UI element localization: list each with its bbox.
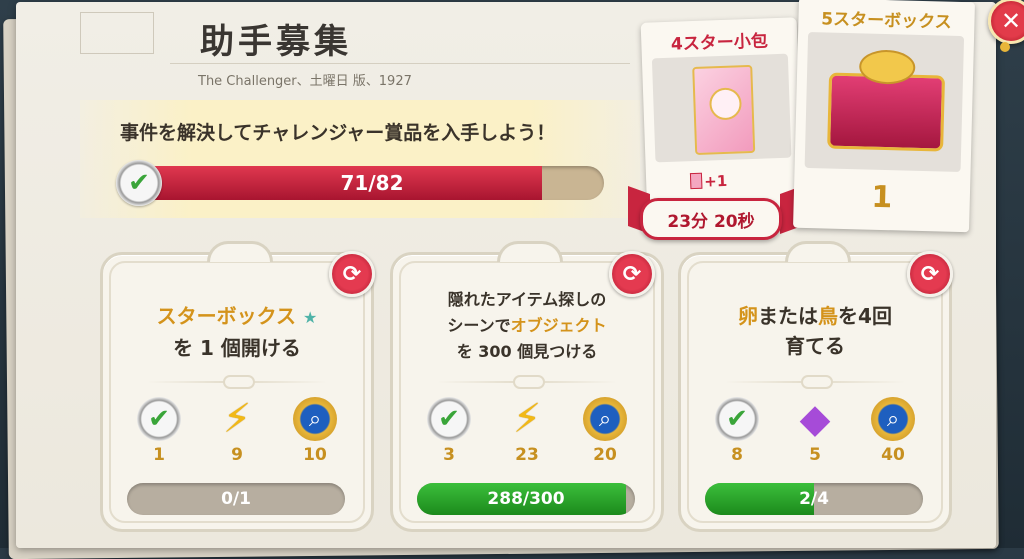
check-badge-icon: ✔ [116, 160, 162, 206]
check-badge-icon: ✔ [137, 397, 181, 441]
quest-progress-bar: 0/1 [127, 483, 345, 515]
reward-5star-title: 5スターボックス [821, 9, 952, 33]
star-box-icon: ★ [303, 308, 318, 327]
reward-item: ⌕ 40 [863, 397, 923, 465]
reward-4star-image [651, 53, 792, 163]
magnifier-medal-icon: ⌕ [293, 397, 337, 441]
reward-timer: 23分 20秒 [640, 198, 782, 240]
check-badge-icon: ✔ [427, 397, 471, 441]
quest-highlight: スターボックス [156, 304, 297, 328]
quest-line: 育てる [785, 334, 845, 358]
challenge-progress-label: 71/82 [340, 171, 404, 195]
quest-line: シーンで [447, 316, 511, 335]
reward-value: 9 [231, 445, 243, 465]
quest-card-3: ⟳ 卵または鳥を4回 育てる ✔ 8 ◆ 5 ⌕ 40 2/4 [678, 241, 953, 532]
divider-ornament [223, 375, 255, 389]
reward-5star-count: 1 [870, 179, 893, 216]
quest-progress-label: 288/300 [487, 489, 565, 509]
card-icon [689, 172, 703, 190]
quest-line: を 300 個見つける [456, 342, 598, 361]
quest-text: 隠れたアイテム探しの シーンでオブジェクト を 300 個見つける [413, 287, 641, 365]
refresh-button[interactable]: ⟳ [907, 251, 953, 297]
reward-value: 10 [303, 445, 327, 465]
quest-card-1: ⟳ スターボックス ★ を 1 個開ける ✔ 1 ⚡ 9 ⌕ 10 0/1 [100, 241, 375, 532]
quest-progress-label: 0/1 [221, 489, 251, 509]
reward-value: 3 [443, 445, 455, 465]
reward-item: ⚡ 23 [497, 396, 557, 465]
challenge-text: 事件を解決してチャレンジャー賞品を入手しよう！ [120, 122, 556, 144]
reward-item: ✔ 3 [419, 397, 479, 465]
reward-value: 5 [809, 445, 821, 465]
reward-value: 8 [731, 445, 743, 465]
quest-ornament [497, 241, 563, 262]
magnifier-medal-icon: ⌕ [583, 397, 627, 441]
quest-highlight: 卵 [738, 304, 759, 328]
reward-item: ⌕ 10 [285, 397, 345, 465]
close-ornament [1000, 42, 1010, 52]
emblem-icon [708, 87, 743, 121]
quest-progress-bar: 288/300 [417, 483, 635, 515]
quest-progress-label: 2/4 [799, 489, 829, 509]
title-rule [170, 63, 630, 64]
quest-line: を4回 [838, 304, 892, 328]
refresh-button[interactable]: ⟳ [329, 251, 375, 297]
divider-ornament [801, 375, 833, 389]
quest-highlight: 鳥 [818, 304, 839, 328]
quest-text: スターボックス ★ を 1 個開ける [123, 301, 351, 363]
refresh-icon: ⟳ [920, 261, 940, 287]
lightning-icon: ⚡ [222, 396, 252, 442]
quest-progress-bar: 2/4 [705, 483, 923, 515]
page-subtitle: The Challenger、土曜日 版、1927 [198, 74, 412, 89]
reward-item: ◆ 5 [785, 396, 845, 465]
reward-card-4star[interactable]: 4スター小包 +1 [640, 17, 804, 219]
quest-line: を 1 個開ける [173, 336, 301, 360]
reward-card-5star[interactable]: 5スターボックス 1 [793, 0, 975, 233]
challenge-progress-bar: 71/82 [140, 166, 604, 200]
card-pack-icon [692, 64, 756, 155]
quest-card-2: ⟳ 隠れたアイテム探しの シーンでオブジェクト を 300 個見つける ✔ 3 ⚡… [390, 241, 664, 532]
refresh-icon: ⟳ [622, 261, 642, 287]
quest-text: 卵または鳥を4回 育てる [701, 301, 929, 361]
reward-value: 1 [153, 445, 165, 465]
quest-highlight: オブジェクト [510, 316, 607, 335]
magnifier-medal-icon: ⌕ [871, 397, 915, 441]
reward-item: ✔ 8 [707, 397, 767, 465]
reward-item: ✔ 1 [129, 397, 189, 465]
quest-line: または [758, 304, 819, 328]
reward-item: ⚡ 9 [207, 396, 267, 465]
reward-4star-bonus: +1 [703, 171, 728, 191]
close-icon: ✕ [1000, 7, 1022, 35]
divider-ornament [513, 375, 545, 389]
check-badge-icon: ✔ [715, 397, 759, 441]
reward-4star-title: 4スター小包 [670, 31, 769, 55]
lightning-icon: ⚡ [512, 396, 542, 442]
gem-icon: ◆ [799, 396, 831, 442]
page-title: 助手募集 [200, 22, 352, 62]
reward-5star-image [804, 31, 965, 173]
star-box-icon [827, 72, 946, 152]
reward-item: ⌕ 20 [575, 397, 635, 465]
quest-ornament [207, 241, 273, 262]
quest-ornament [785, 241, 851, 262]
quest-line: 隠れたアイテム探しの [447, 290, 607, 309]
reward-value: 23 [515, 445, 539, 465]
reward-value: 20 [593, 445, 617, 465]
reward-value: 40 [881, 445, 905, 465]
refresh-icon: ⟳ [342, 261, 362, 287]
newspaper-stamp [80, 12, 154, 54]
